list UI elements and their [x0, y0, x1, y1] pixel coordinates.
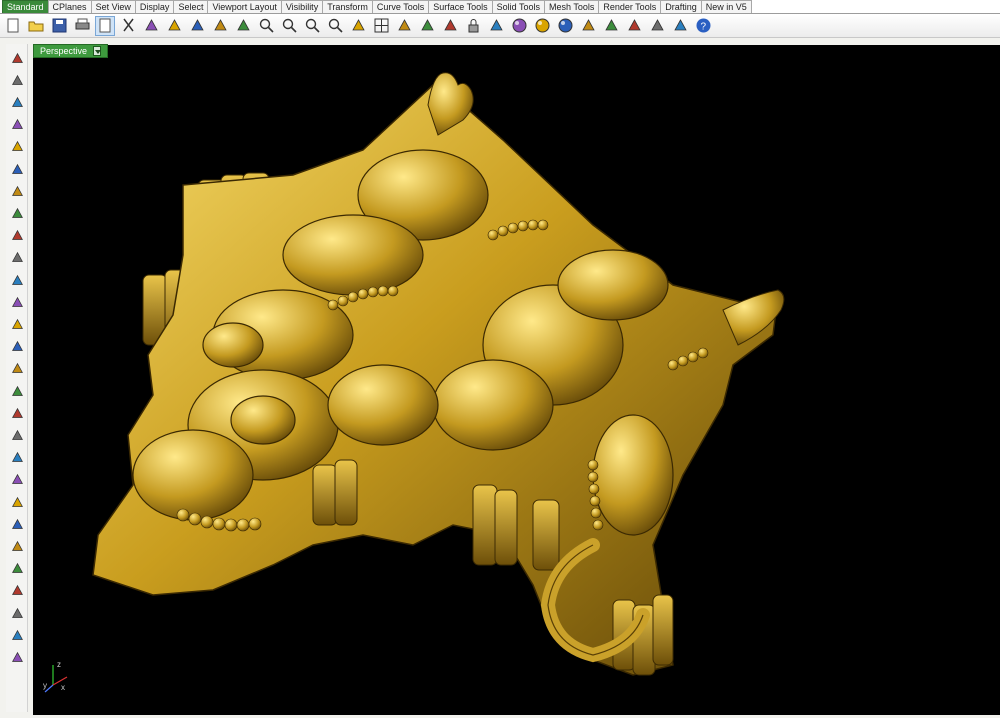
tab-cplanes[interactable]: CPlanes: [47, 0, 92, 13]
copy-icon[interactable]: [141, 16, 161, 36]
viewport-frame-top: [28, 38, 1000, 45]
lock-icon[interactable]: [463, 16, 483, 36]
polygon-icon[interactable]: [9, 183, 25, 199]
zoom-selected-icon[interactable]: [325, 16, 345, 36]
shade-icon[interactable]: [532, 16, 552, 36]
tab-standard[interactable]: Standard: [2, 0, 49, 13]
zoom-extents-icon[interactable]: [302, 16, 322, 36]
rhino-window: Standard CPlanes Set View Display Select View…: [0, 0, 1000, 718]
help-icon[interactable]: ?: [693, 16, 713, 36]
tab-new-in-v5[interactable]: New in V5: [700, 0, 752, 13]
rectangle-icon[interactable]: [9, 205, 25, 221]
blank-icon[interactable]: [95, 15, 115, 36]
main-sidebar-toolbar: »: [6, 44, 28, 712]
array-icon[interactable]: [9, 605, 25, 621]
tab-select[interactable]: Select: [173, 0, 209, 13]
tab-solid-tools[interactable]: Solid Tools: [491, 0, 545, 13]
transform-icon[interactable]: [9, 405, 25, 421]
tab-set-view[interactable]: Set View: [90, 0, 136, 13]
join-icon[interactable]: [9, 494, 25, 510]
toolbar-tab-strip: Standard CPlanes Set View Display Select View…: [0, 0, 1000, 14]
print-icon[interactable]: [72, 16, 92, 36]
viewport-grid-icon[interactable]: [371, 16, 391, 36]
polyline-icon[interactable]: [9, 94, 25, 110]
ellipse-icon[interactable]: [9, 228, 25, 244]
standard-toolbar: ?: [0, 14, 1000, 38]
layer-panel-icon[interactable]: [9, 627, 25, 643]
tab-render-tools[interactable]: Render Tools: [598, 0, 662, 13]
tools-icon[interactable]: [670, 16, 690, 36]
show-icon[interactable]: [417, 16, 437, 36]
boolean-icon[interactable]: [9, 339, 25, 355]
fillet-icon[interactable]: [9, 250, 25, 266]
cylinder-icon[interactable]: [9, 361, 25, 377]
hide-icon[interactable]: [440, 16, 460, 36]
circle-icon[interactable]: [9, 139, 25, 155]
paste-icon[interactable]: [164, 16, 184, 36]
save-icon[interactable]: [49, 16, 69, 36]
world-axis-indicator: z y x: [43, 660, 68, 693]
zoom-icon[interactable]: [256, 16, 276, 36]
svg-text:?: ?: [700, 22, 706, 33]
layer-icon[interactable]: [394, 16, 414, 36]
split-icon[interactable]: [9, 450, 25, 466]
viewport-menu-caret-icon[interactable]: [93, 46, 102, 56]
dimension-icon[interactable]: [9, 583, 25, 599]
viewport-title-tab[interactable]: Perspective: [33, 44, 109, 58]
viewport-title: Perspective: [40, 46, 88, 56]
undo-icon[interactable]: [187, 16, 207, 36]
text-icon[interactable]: [9, 561, 25, 577]
tab-surface-tools[interactable]: Surface Tools: [428, 0, 493, 13]
pan-icon[interactable]: [210, 16, 230, 36]
tab-viewport-layout[interactable]: Viewport Layout: [207, 0, 282, 13]
new-icon[interactable]: [3, 16, 23, 36]
group-icon[interactable]: [9, 538, 25, 554]
sculpture-model: [92, 72, 785, 676]
tab-curve-tools[interactable]: Curve Tools: [371, 0, 430, 13]
mesh-icon[interactable]: [9, 383, 25, 399]
select-icon[interactable]: [9, 50, 25, 66]
extrude-icon[interactable]: [9, 294, 25, 310]
material-icon[interactable]: [578, 16, 598, 36]
explode-icon[interactable]: [9, 516, 25, 532]
color-icon[interactable]: [509, 16, 529, 36]
options-icon[interactable]: [624, 16, 644, 36]
surface-icon[interactable]: [9, 272, 25, 288]
trim-icon[interactable]: [9, 472, 25, 488]
perspective-cube-icon[interactable]: [9, 649, 25, 665]
light-icon[interactable]: [601, 16, 621, 36]
rotate-view-icon[interactable]: [348, 16, 368, 36]
tab-display[interactable]: Display: [134, 0, 175, 13]
open-icon[interactable]: [26, 16, 46, 36]
tab-visibility[interactable]: Visibility: [280, 0, 324, 13]
tab-drafting[interactable]: Drafting: [660, 0, 702, 13]
cut-icon[interactable]: [118, 16, 138, 36]
zoom-window-icon[interactable]: [279, 16, 299, 36]
properties-icon[interactable]: [486, 16, 506, 36]
move-icon[interactable]: [233, 16, 253, 36]
curve-icon[interactable]: [9, 117, 25, 133]
arc-icon[interactable]: [9, 161, 25, 177]
axis-label-x: x: [61, 683, 65, 692]
axis-label-y: y: [43, 681, 47, 690]
axis-label-z: z: [57, 660, 61, 669]
render-sphere-icon[interactable]: [555, 16, 575, 36]
perspective-viewport[interactable]: z y x: [33, 45, 1000, 715]
point-icon[interactable]: [9, 72, 25, 88]
analyze-icon[interactable]: [9, 427, 25, 443]
gear-icon[interactable]: [647, 16, 667, 36]
box-icon[interactable]: [9, 316, 25, 332]
tab-transform[interactable]: Transform: [322, 0, 373, 13]
tab-mesh-tools[interactable]: Mesh Tools: [543, 0, 600, 13]
